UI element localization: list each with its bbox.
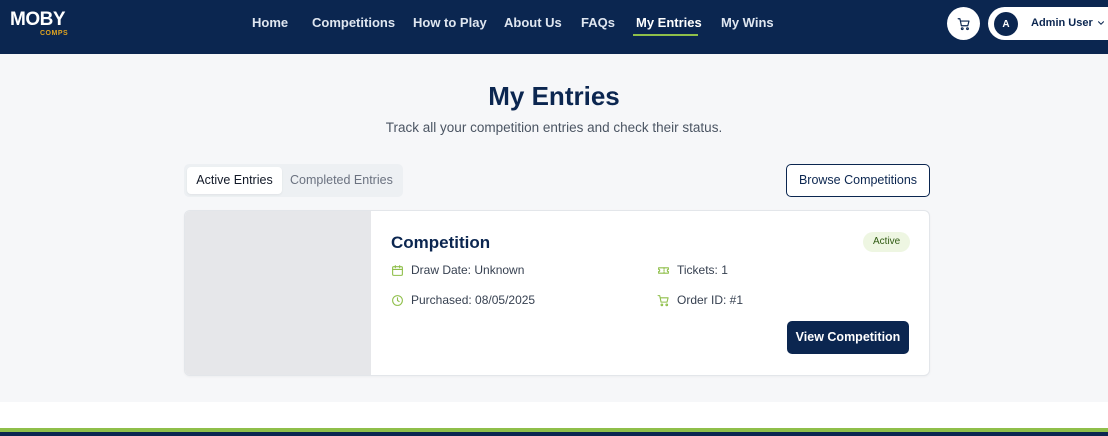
nav-my-wins[interactable]: My Wins — [721, 15, 774, 31]
entry-title: Competition — [391, 233, 491, 252]
page-subtitle: Track all your competition entries and c… — [385, 120, 723, 135]
purchased-row: Purchased: 08/05/2025 — [391, 293, 535, 307]
page-title: My Entries — [488, 81, 620, 111]
view-competition-button[interactable]: View Competition — [787, 321, 909, 354]
browse-competitions-button[interactable]: Browse Competitions — [786, 164, 930, 197]
order-id-text: Order ID: #1 — [677, 293, 744, 307]
purchased-text: Purchased: 08/05/2025 — [411, 293, 536, 307]
nav-about-us[interactable]: About Us — [504, 15, 562, 31]
footer-bar — [0, 432, 1108, 436]
avatar: A — [994, 12, 1018, 36]
logo-sub-text: COMPS — [40, 30, 69, 37]
tickets-row: Tickets: 1 — [657, 263, 728, 277]
user-name: Admin User — [1031, 17, 1093, 29]
tab-active-entries[interactable]: Active Entries — [187, 167, 282, 194]
nav-competitions[interactable]: Competitions — [312, 15, 395, 31]
cart-icon — [657, 294, 669, 306]
chevron-down-icon — [1097, 21, 1105, 25]
moby-comps-logo[interactable]: MOBY COMPS — [10, 10, 70, 38]
tab-completed-entries[interactable]: Completed Entries — [290, 167, 393, 194]
draw-date-text: Draw Date: Unknown — [411, 263, 525, 277]
main-content: My Entries Track all your competition en… — [0, 54, 1108, 402]
logo-main-text: MOBY — [10, 9, 66, 30]
entry-card: Competition Active Draw Date: Unknown Ti… — [184, 210, 930, 376]
top-navigation-bar: MOBY COMPS Home Competitions How to Play… — [0, 0, 1108, 54]
tickets-text: Tickets: 1 — [677, 263, 728, 277]
nav-home[interactable]: Home — [252, 15, 288, 31]
nav-faqs[interactable]: FAQs — [581, 15, 615, 31]
cart-icon — [957, 17, 970, 30]
user-menu-button[interactable]: A Admin User — [988, 7, 1108, 40]
cart-button[interactable] — [947, 7, 980, 40]
draw-date-row: Draw Date: Unknown — [391, 263, 524, 277]
status-badge: Active — [863, 232, 911, 252]
clock-icon — [392, 294, 403, 306]
active-nav-underline — [633, 34, 698, 36]
nav-my-entries[interactable]: My Entries — [636, 15, 702, 31]
ticket-icon — [658, 266, 669, 274]
order-id-row: Order ID: #1 — [657, 293, 743, 307]
competition-image-placeholder — [185, 211, 371, 375]
footer-spacer — [0, 402, 1108, 428]
entries-tabs: Active Entries Completed Entries — [184, 164, 403, 197]
calendar-icon — [392, 264, 403, 276]
nav-how-to-play[interactable]: How to Play — [413, 15, 487, 31]
